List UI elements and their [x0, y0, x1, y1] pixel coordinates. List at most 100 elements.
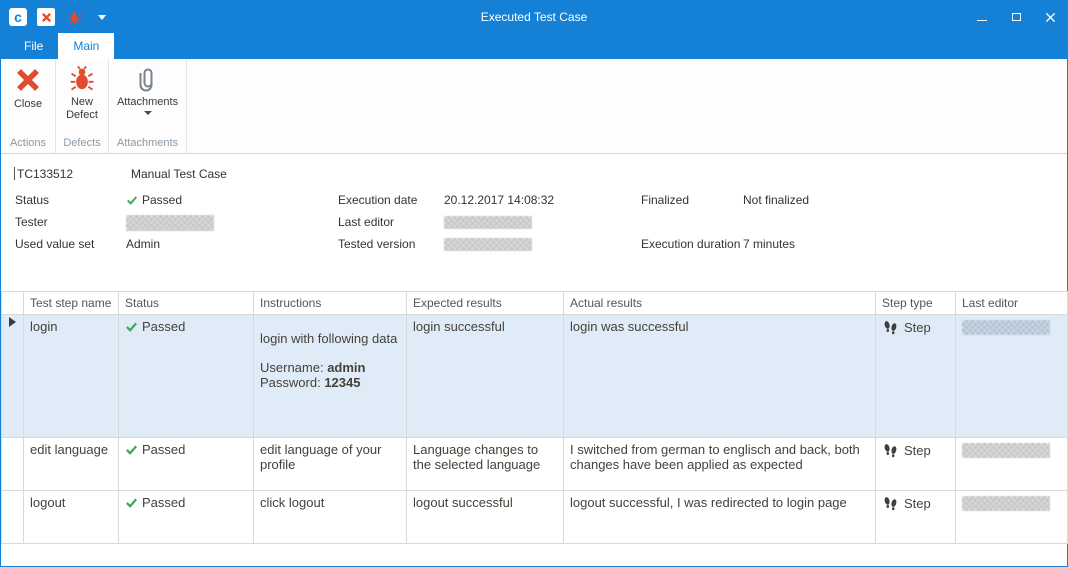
cell-test-step-name[interactable]: edit language	[24, 438, 119, 491]
cell-status[interactable]: Passed	[119, 315, 254, 438]
quick-access-dropdown[interactable]	[93, 8, 111, 26]
bug-icon	[68, 65, 96, 93]
tab-main[interactable]: Main	[58, 33, 114, 59]
maximize-icon	[1012, 13, 1021, 21]
status-text: Passed	[142, 495, 185, 510]
last-editor-value-redacted	[444, 215, 532, 229]
table-header-row: Test step name Status Instructions Expec…	[2, 292, 1068, 315]
test-case-id[interactable]: TC133512	[17, 167, 73, 181]
cell-expected-results[interactable]: logout successful	[407, 491, 564, 544]
tester-label: Tester	[15, 215, 48, 229]
paperclip-icon	[135, 65, 161, 93]
titlebar: c Executed Test Case	[1, 1, 1067, 33]
header-step-type[interactable]: Step type	[876, 292, 956, 315]
cell-status[interactable]: Passed	[119, 438, 254, 491]
bug-icon	[67, 10, 82, 25]
close-icon	[1045, 12, 1056, 23]
cell-last-editor[interactable]	[956, 315, 1068, 438]
header-row-indicator	[2, 292, 24, 315]
instructions-username-line: Username: admin	[260, 360, 400, 375]
step-type-text: Step	[904, 496, 931, 511]
cell-actual-results[interactable]: logout successful, I was redirected to l…	[564, 491, 876, 544]
close-ribbon-button[interactable]: Close	[5, 63, 51, 113]
minimize-button[interactable]	[965, 1, 999, 33]
attachments-button[interactable]: Attachments	[109, 63, 186, 117]
new-defect-button[interactable]: New Defect	[58, 63, 106, 124]
tab-file[interactable]: File	[9, 33, 58, 59]
instructions-intro: login with following data	[260, 331, 400, 346]
close-quick-icon[interactable]	[37, 8, 55, 26]
last-editor-label: Last editor	[338, 215, 394, 229]
used-value-set-label: Used value set	[15, 237, 94, 251]
header-test-step-name[interactable]: Test step name	[24, 292, 119, 315]
ribbon-group-defects: New Defect Defects	[56, 59, 109, 153]
red-x-icon	[13, 65, 43, 95]
status-text: Passed	[142, 319, 185, 334]
check-icon	[125, 496, 138, 512]
table-row-login[interactable]: login Passed login with following data U…	[2, 315, 1068, 438]
table-row-edit-language[interactable]: edit language Passed edit language of yo…	[2, 438, 1068, 491]
close-button-label: Close	[14, 98, 42, 111]
cell-expected-results[interactable]: Language changes to the selected languag…	[407, 438, 564, 491]
password-value: 12345	[324, 375, 360, 390]
window-title: Executed Test Case	[1, 10, 1067, 24]
execution-date-value: 20.12.2017 14:08:32	[444, 193, 554, 207]
cell-instructions[interactable]: click logout	[254, 491, 407, 544]
status-label: Status	[15, 193, 49, 207]
cell-status[interactable]: Passed	[119, 491, 254, 544]
row-indicator	[2, 438, 24, 491]
row-indicator	[2, 491, 24, 544]
status-text: Passed	[142, 442, 185, 457]
cell-last-editor[interactable]	[956, 491, 1068, 544]
redacted-value	[962, 496, 1050, 511]
cell-instructions[interactable]: login with following data Username: admi…	[254, 315, 407, 438]
test-case-type: Manual Test Case	[131, 167, 227, 181]
status-value: Passed	[126, 193, 182, 209]
cell-step-type[interactable]: Step	[876, 315, 956, 438]
header-expected-results[interactable]: Expected results	[407, 292, 564, 315]
finalized-value: Not finalized	[743, 193, 809, 207]
footprints-icon	[882, 442, 899, 459]
cell-last-editor[interactable]	[956, 438, 1068, 491]
finalized-label: Finalized	[641, 193, 689, 207]
test-steps-table: Test step name Status Instructions Expec…	[1, 291, 1068, 544]
cell-instructions[interactable]: edit language of your profile	[254, 438, 407, 491]
header-last-editor[interactable]: Last editor	[956, 292, 1068, 315]
ribbon-group-label-attachments: Attachments	[109, 135, 186, 153]
redacted-value	[126, 215, 214, 231]
cell-actual-results[interactable]: login was successful	[564, 315, 876, 438]
new-defect-quick-icon[interactable]	[65, 8, 83, 26]
password-label: Password:	[260, 375, 324, 390]
header-instructions[interactable]: Instructions	[254, 292, 407, 315]
header-actual-results[interactable]: Actual results	[564, 292, 876, 315]
close-button[interactable]	[1033, 1, 1067, 33]
cell-step-type[interactable]: Step	[876, 438, 956, 491]
ribbon-group-attachments: Attachments Attachments	[109, 59, 187, 153]
cell-step-type[interactable]: Step	[876, 491, 956, 544]
header-status[interactable]: Status	[119, 292, 254, 315]
app-logo-icon[interactable]: c	[9, 8, 27, 26]
ribbon-group-label-actions: Actions	[1, 135, 55, 153]
footprints-icon	[882, 495, 899, 512]
minimize-icon	[977, 20, 987, 21]
table-row-logout[interactable]: logout Passed click logout logout succes…	[2, 491, 1068, 544]
step-type-text: Step	[904, 320, 931, 335]
footprints-icon	[882, 319, 899, 336]
attachments-dropdown-icon	[144, 111, 152, 115]
ribbon-tab-bar: File Main	[1, 33, 1067, 59]
redacted-value	[962, 320, 1050, 335]
tested-version-label: Tested version	[338, 237, 415, 251]
check-icon	[126, 194, 138, 209]
cell-actual-results[interactable]: I switched from german to englisch and b…	[564, 438, 876, 491]
ribbon: Close Actions New Defect Defects A	[1, 59, 1067, 154]
cell-expected-results[interactable]: login successful	[407, 315, 564, 438]
instructions-password-line: Password: 12345	[260, 375, 400, 390]
maximize-button[interactable]	[999, 1, 1033, 33]
cell-test-step-name[interactable]: logout	[24, 491, 119, 544]
cell-test-step-name[interactable]: login	[24, 315, 119, 438]
red-x-icon	[41, 12, 52, 23]
execution-duration-value: 7 minutes	[743, 237, 795, 251]
ribbon-group-actions: Close Actions	[1, 59, 56, 153]
username-value: admin	[327, 360, 365, 375]
attachments-button-label: Attachments	[117, 96, 178, 109]
